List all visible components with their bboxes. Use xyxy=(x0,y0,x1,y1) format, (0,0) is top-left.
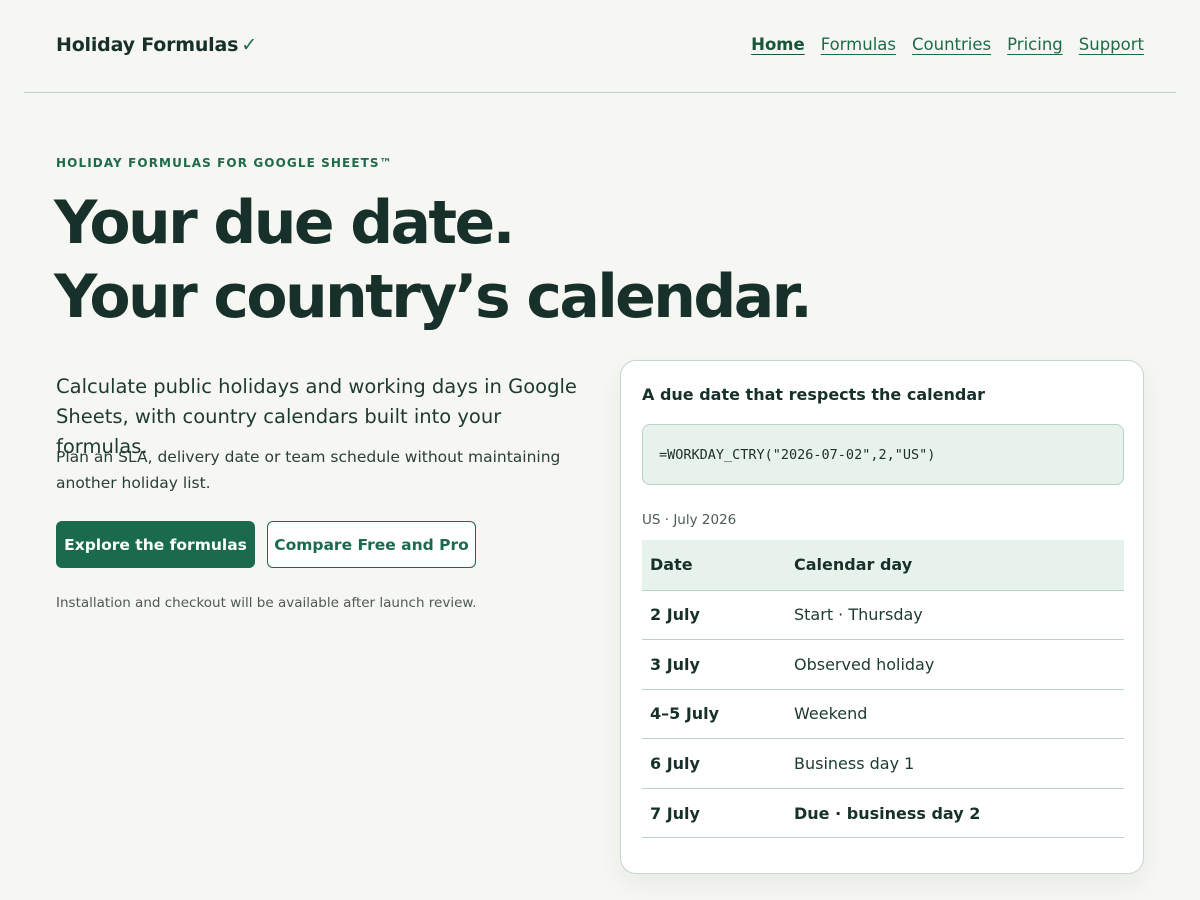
hero-eyebrow: HOLIDAY FORMULAS FOR GOOGLE SHEETS™ xyxy=(56,156,393,170)
table-row-due: 7 July Due · business day 2 xyxy=(642,788,1124,839)
brand-name: Holiday Formulas xyxy=(56,34,239,56)
nav-home-link[interactable]: Home xyxy=(751,35,805,54)
row-day: Start · Thursday xyxy=(786,590,1124,641)
calendar-meta: US · July 2026 xyxy=(642,512,737,528)
row-date: 4–5 July xyxy=(642,689,786,740)
nav-countries-link[interactable]: Countries xyxy=(912,35,991,54)
row-date: 2 July xyxy=(642,590,786,641)
compare-plans-button[interactable]: Compare Free and Pro xyxy=(267,521,476,568)
headline-line-2: Your country’s calendar. xyxy=(54,262,813,332)
explore-formulas-button[interactable]: Explore the formulas xyxy=(56,521,255,568)
brand-logo[interactable]: Holiday Formulas ✓ xyxy=(56,34,257,56)
row-date: 7 July xyxy=(642,788,786,839)
row-day: Due · business day 2 xyxy=(786,788,1124,839)
row-day: Business day 1 xyxy=(786,738,1124,789)
hero-headline: Your due date. Your country’s calendar. xyxy=(54,186,813,334)
headline-line-1: Your due date. xyxy=(54,188,515,258)
table-row: 2 July Start · Thursday xyxy=(642,590,1124,641)
row-day: Weekend xyxy=(786,689,1124,740)
nav-support-link[interactable]: Support xyxy=(1079,35,1144,54)
hero-subtext: Plan an SLA, delivery date or team sched… xyxy=(56,448,561,492)
column-header-date: Date xyxy=(642,540,786,591)
table-header-row: Date Calendar day xyxy=(642,540,1124,591)
column-header-calendar-day: Calendar day xyxy=(786,540,1124,591)
nav-formulas-link[interactable]: Formulas xyxy=(821,35,896,54)
due-date-card: A due date that respects the calendar =W… xyxy=(620,360,1144,874)
launch-note: Installation and checkout will be availa… xyxy=(56,595,477,611)
calendar-table: Date Calendar day 2 July Start · Thursda… xyxy=(642,540,1124,839)
site-header: Holiday Formulas ✓ Home Formulas Countrie… xyxy=(24,0,1176,93)
check-icon: ✓ xyxy=(241,34,257,56)
row-date: 6 July xyxy=(642,738,786,789)
row-day: Observed holiday xyxy=(786,639,1124,690)
nav-pricing-link[interactable]: Pricing xyxy=(1007,35,1063,54)
main-nav: Home Formulas Countries Pricing Support xyxy=(751,35,1144,54)
table-row: 4–5 July Weekend xyxy=(642,689,1124,740)
table-row: 3 July Observed holiday xyxy=(642,639,1124,690)
formula-example: =WORKDAY_CTRY("2026-07-02",2,"US") xyxy=(642,424,1124,485)
card-title: A due date that respects the calendar xyxy=(642,385,985,404)
table-row: 6 July Business day 1 xyxy=(642,738,1124,789)
row-date: 3 July xyxy=(642,639,786,690)
